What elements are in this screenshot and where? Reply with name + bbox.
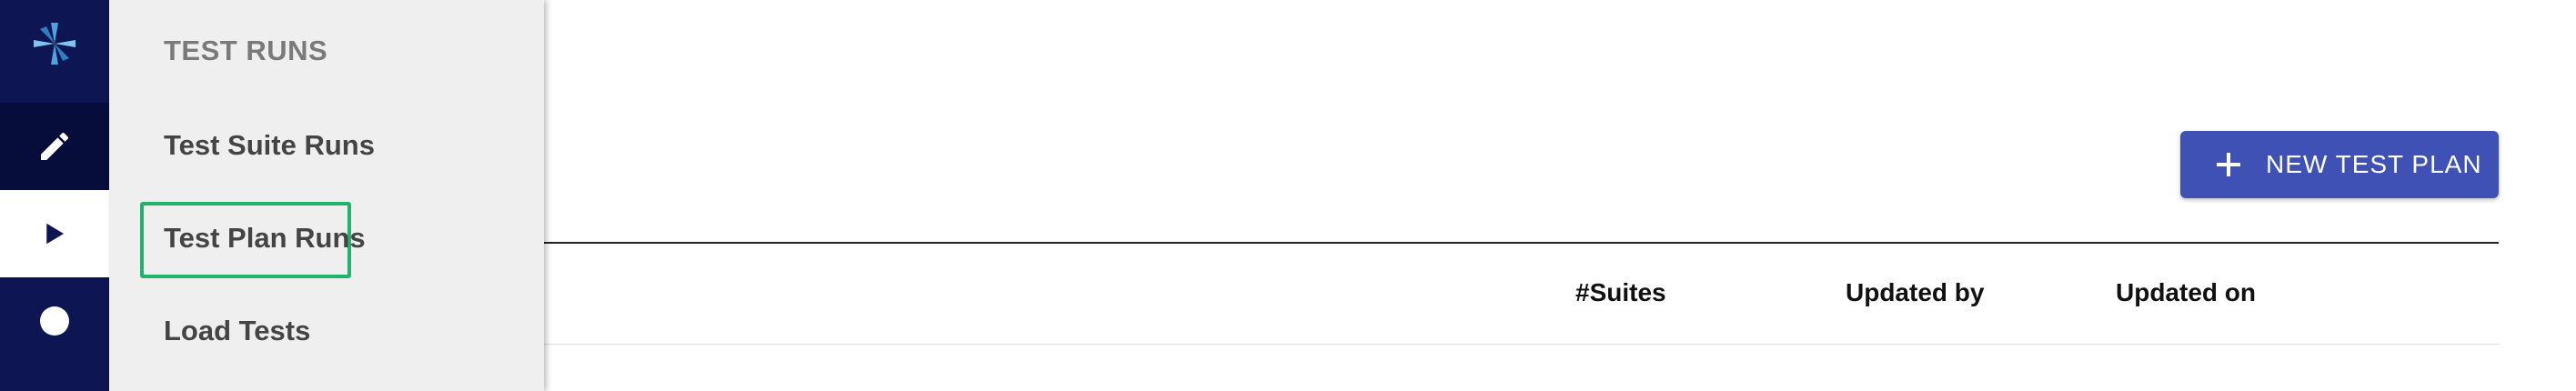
new-test-plan-button[interactable]: NEW TEST PLAN [2180, 131, 2499, 198]
circle-icon [38, 305, 71, 337]
rail-item-test-runs[interactable] [0, 190, 109, 277]
column-header-updated-on[interactable]: Updated on [2116, 278, 2256, 307]
play-icon [41, 220, 68, 247]
new-test-plan-label: NEW TEST PLAN [2266, 150, 2482, 178]
menu-item-test-plan-runs[interactable]: Test Plan Runs [164, 222, 366, 255]
plus-icon [2180, 151, 2242, 178]
app-logo[interactable] [0, 0, 109, 87]
table-header-top-divider [544, 242, 2499, 244]
pinwheel-logo-icon [32, 21, 77, 66]
pencil-icon [36, 128, 73, 165]
column-header-updated-by[interactable]: Updated by [1846, 278, 1984, 307]
column-header-suites[interactable]: #Suites [1575, 278, 1666, 307]
menu-item-load-tests[interactable]: Load Tests [164, 315, 310, 347]
flyout-heading: TEST RUNS [164, 35, 328, 66]
table-header-bottom-divider [544, 344, 2499, 345]
test-runs-flyout-menu: TEST RUNS Test Suite Runs Test Plan Runs… [109, 0, 544, 391]
rail-item-record[interactable] [0, 277, 109, 365]
menu-item-test-suite-runs[interactable]: Test Suite Runs [164, 129, 375, 162]
rail-item-edit[interactable] [0, 103, 109, 190]
icon-rail [0, 0, 109, 391]
